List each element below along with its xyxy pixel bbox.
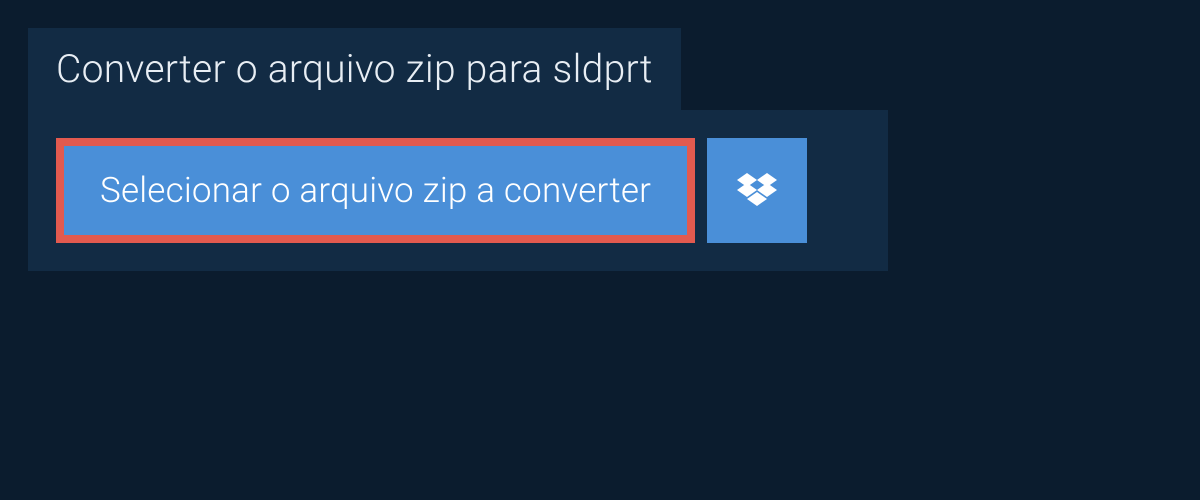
dropbox-icon: [737, 173, 777, 209]
select-file-button[interactable]: Selecionar o arquivo zip a converter: [56, 138, 695, 243]
select-file-label: Selecionar o arquivo zip a converter: [100, 170, 651, 211]
page-title: Converter o arquivo zip para sldprt: [56, 46, 653, 92]
upload-panel: Selecionar o arquivo zip a converter: [28, 110, 888, 271]
title-bar: Converter o arquivo zip para sldprt: [28, 28, 681, 110]
dropbox-button[interactable]: [707, 138, 807, 243]
converter-container: Converter o arquivo zip para sldprt Sele…: [0, 0, 1200, 299]
button-row: Selecionar o arquivo zip a converter: [56, 138, 860, 243]
